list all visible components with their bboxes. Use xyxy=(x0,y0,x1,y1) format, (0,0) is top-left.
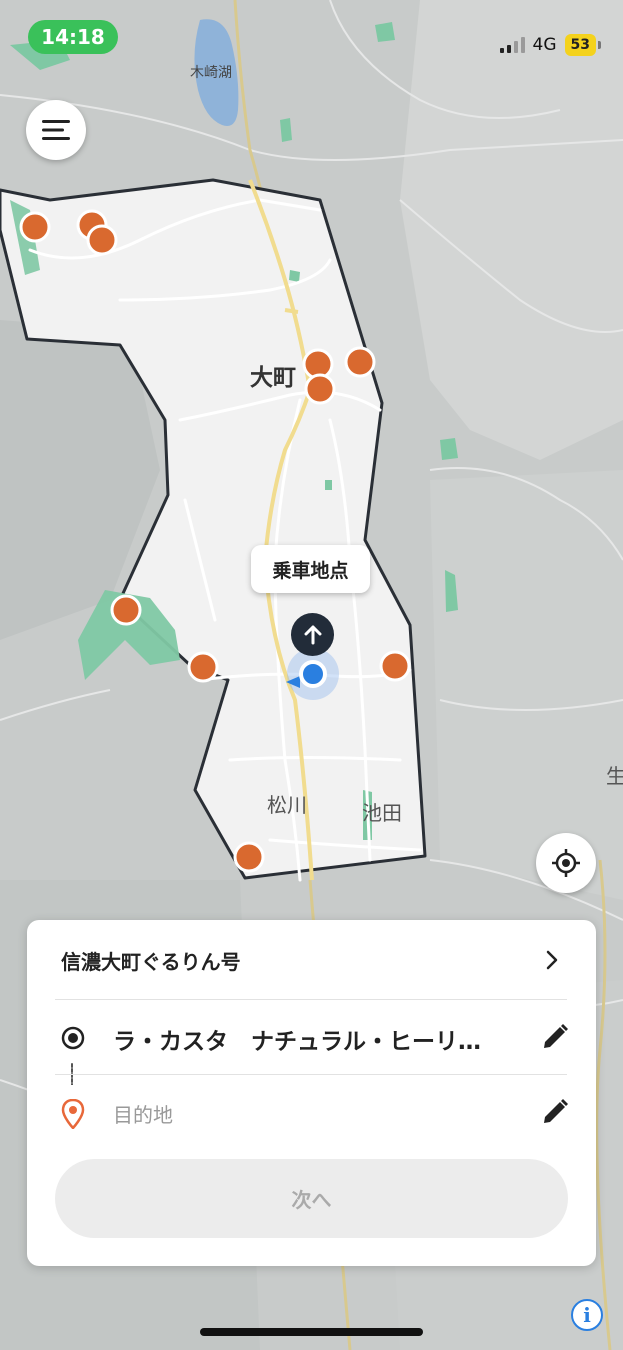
town-label-omachi: 大町 xyxy=(250,365,296,391)
next-button[interactable]: 次へ xyxy=(55,1159,568,1238)
location-pin-icon xyxy=(61,1099,85,1129)
home-indicator[interactable] xyxy=(200,1328,423,1336)
bus-stop xyxy=(379,650,411,682)
bus-stop xyxy=(19,211,51,243)
route-name: 信濃大町ぐるりん号 xyxy=(61,949,241,974)
pickup-point-label: 乗車地点 xyxy=(251,545,370,593)
hamburger-menu-icon xyxy=(42,120,70,140)
menu-button[interactable] xyxy=(26,100,86,160)
destination-field[interactable]: 目的地 xyxy=(27,1075,596,1150)
origin-target-icon xyxy=(61,1026,85,1050)
arrow-up-icon xyxy=(304,625,321,644)
bus-stop xyxy=(86,224,118,256)
destination-placeholder: 目的地 xyxy=(113,1103,173,1127)
pickup-pin[interactable] xyxy=(291,613,334,656)
area-label-matsukawa: 松川 xyxy=(267,793,307,817)
locate-button[interactable] xyxy=(536,833,596,893)
bus-stop xyxy=(304,373,336,405)
bus-stop xyxy=(233,841,265,873)
origin-field[interactable]: ラ・カスタ ナチュラル・ヒーリ… xyxy=(27,1000,596,1075)
area-label-edge: 生 xyxy=(606,764,623,788)
network-type: 4G xyxy=(532,35,557,55)
crosshair-locate-icon xyxy=(552,849,580,877)
status-indicators: 4G 53 xyxy=(499,34,601,56)
origin-text: ラ・カスタ ナチュラル・ヒーリ… xyxy=(113,1029,481,1055)
route-card: 信濃大町ぐるりん号 ラ・カスタ ナチュラル・ヒーリ… 目的地 次へ xyxy=(27,920,596,1266)
info-icon[interactable]: i xyxy=(571,1299,603,1331)
chevron-right-icon xyxy=(546,950,558,970)
area-label-ikeda: 池田 xyxy=(362,801,402,825)
lake-label: 木崎湖 xyxy=(190,65,232,81)
bus-stop xyxy=(344,346,376,378)
pencil-edit-icon[interactable] xyxy=(540,1022,570,1052)
route-selector[interactable]: 信濃大町ぐるりん号 xyxy=(27,920,596,1000)
bus-stop xyxy=(110,594,142,626)
current-location-dot xyxy=(299,660,327,688)
status-time: 14:18 xyxy=(28,20,118,54)
pencil-edit-icon[interactable] xyxy=(540,1097,570,1127)
signal-icon xyxy=(499,37,525,53)
battery-level: 53 xyxy=(564,34,596,56)
battery-icon xyxy=(598,41,601,49)
bus-stop xyxy=(187,651,219,683)
